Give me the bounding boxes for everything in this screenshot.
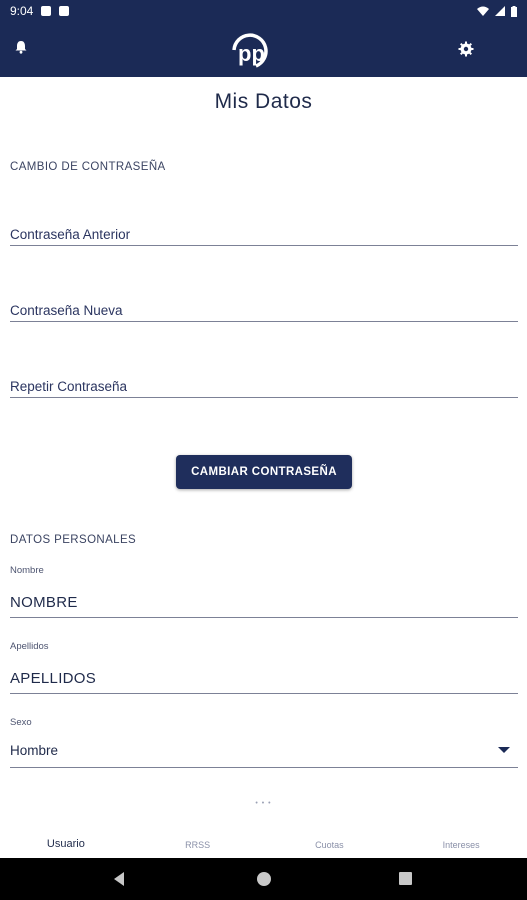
home-icon[interactable]	[257, 872, 271, 886]
page-indicator: • • •	[255, 800, 272, 807]
tab-rrss[interactable]: RRSS	[132, 828, 264, 858]
repeat-password-input[interactable]	[10, 379, 518, 394]
apellidos-input[interactable]	[10, 670, 518, 687]
dropdown-caret-icon[interactable]	[498, 747, 510, 753]
svg-text:pp: pp	[238, 41, 265, 66]
bell-icon[interactable]	[12, 38, 30, 56]
sexo-label: Sexo	[10, 717, 32, 728]
notification-icon	[41, 6, 52, 16]
nombre-label: Nombre	[10, 565, 44, 576]
signal-icon	[495, 6, 505, 16]
back-icon[interactable]	[114, 872, 124, 886]
bottom-tab-bar: Usuario RRSS Cuotas Intereses	[0, 828, 527, 858]
new-password-input[interactable]	[10, 303, 518, 318]
gear-icon[interactable]	[457, 40, 475, 58]
nombre-input[interactable]	[10, 594, 518, 611]
page-title: Mis Datos	[214, 90, 313, 113]
apellidos-label: Apellidos	[10, 641, 49, 652]
wifi-icon	[477, 6, 489, 16]
tab-cuotas[interactable]: Cuotas	[264, 828, 396, 858]
apellidos-field[interactable]	[10, 670, 518, 694]
sd-card-icon	[59, 6, 70, 16]
personal-section-heading: DATOS PERSONALES	[10, 534, 137, 546]
sexo-select[interactable]: Hombre	[10, 742, 518, 768]
change-password-button[interactable]: CAMBIAR CONTRASEÑA	[176, 455, 352, 489]
pp-logo[interactable]: pp	[226, 28, 282, 72]
new-password-field[interactable]	[10, 302, 518, 322]
recents-icon[interactable]	[399, 872, 412, 885]
status-bar: 9:04	[0, 0, 527, 22]
repeat-password-field[interactable]	[10, 378, 518, 398]
system-nav-bar	[0, 858, 527, 900]
old-password-field[interactable]	[10, 226, 518, 246]
tab-intereses[interactable]: Intereses	[395, 828, 527, 858]
sexo-value: Hombre	[10, 743, 59, 758]
app-bar: pp	[0, 22, 527, 77]
nombre-field[interactable]	[10, 594, 518, 618]
old-password-input[interactable]	[10, 227, 518, 242]
tab-usuario[interactable]: Usuario	[0, 828, 132, 858]
password-section-heading: CAMBIO DE CONTRASEÑA	[10, 161, 166, 173]
status-time: 9:04	[10, 4, 34, 18]
battery-icon	[511, 5, 517, 17]
